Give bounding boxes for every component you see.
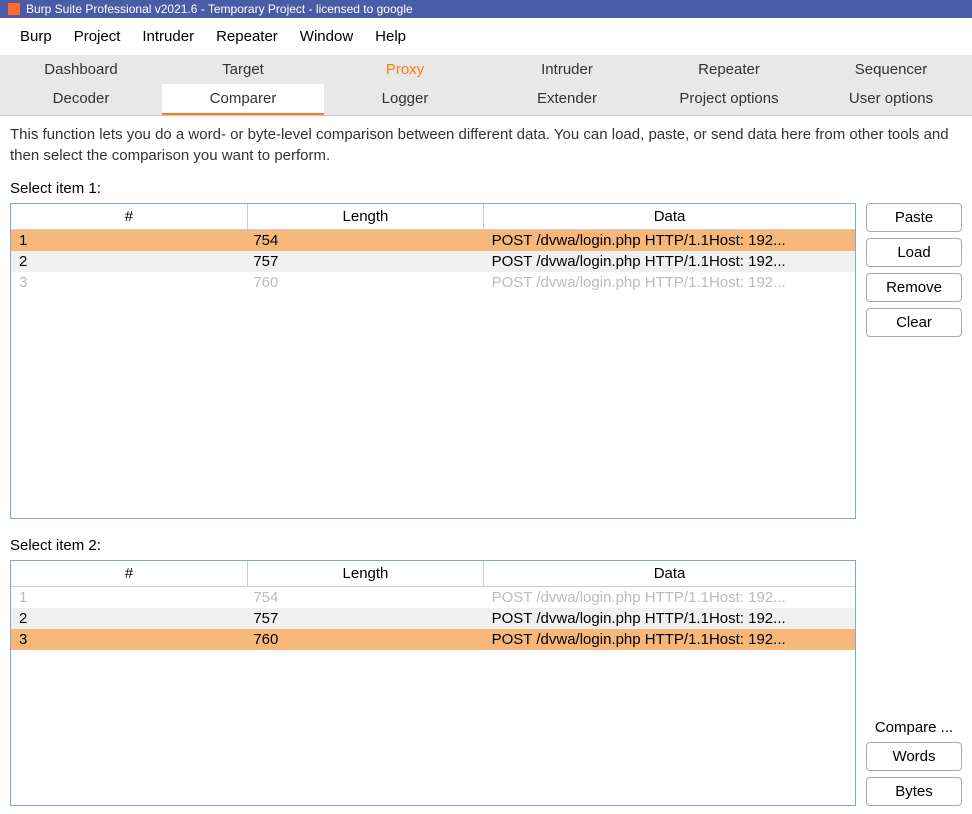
item1-table[interactable]: # Length Data 1 754 POST /dvwa/login.php… [10, 203, 856, 519]
cell-number: 1 [11, 587, 247, 609]
cell-data: POST /dvwa/login.php HTTP/1.1Host: 192..… [484, 608, 855, 629]
menu-project[interactable]: Project [64, 24, 131, 49]
menu-intruder[interactable]: Intruder [132, 24, 204, 49]
remove-button[interactable]: Remove [866, 273, 962, 302]
tab-decoder[interactable]: Decoder [0, 84, 162, 115]
clear-button[interactable]: Clear [866, 308, 962, 337]
bytes-button[interactable]: Bytes [866, 777, 962, 806]
cell-length: 757 [247, 608, 483, 629]
tab-extender[interactable]: Extender [486, 84, 648, 115]
load-button[interactable]: Load [866, 238, 962, 267]
col-length[interactable]: Length [247, 561, 483, 587]
words-button[interactable]: Words [866, 742, 962, 771]
item1-label: Select item 1: [10, 180, 962, 197]
tab-user-options[interactable]: User options [810, 84, 972, 115]
compare-label: Compare ... [866, 715, 962, 736]
comparer-content: This function lets you do a word- or byt… [0, 116, 972, 814]
table-row[interactable]: 2 757 POST /dvwa/login.php HTTP/1.1Host:… [11, 608, 855, 629]
table-row[interactable]: 3 760 POST /dvwa/login.php HTTP/1.1Host:… [11, 272, 855, 293]
cell-data: POST /dvwa/login.php HTTP/1.1Host: 192..… [484, 629, 855, 650]
tabs-sub: Decoder Comparer Logger Extender Project… [0, 84, 972, 116]
tab-dashboard[interactable]: Dashboard [0, 55, 162, 84]
compare-buttons: Compare ... Words Bytes [866, 560, 962, 806]
window-title: Burp Suite Professional v2021.6 - Tempor… [26, 2, 413, 16]
tab-target[interactable]: Target [162, 55, 324, 84]
cell-data: POST /dvwa/login.php HTTP/1.1Host: 192..… [484, 230, 855, 252]
section-item2: Select item 2: # Length Data 1 [10, 537, 962, 806]
menu-burp[interactable]: Burp [10, 24, 62, 49]
table-row[interactable]: 3 760 POST /dvwa/login.php HTTP/1.1Host:… [11, 629, 855, 650]
cell-number: 3 [11, 272, 247, 293]
item1-buttons: Paste Load Remove Clear [866, 203, 962, 519]
table-empty-area [11, 650, 855, 805]
cell-number: 1 [11, 230, 247, 252]
cell-length: 754 [247, 230, 483, 252]
cell-number: 3 [11, 629, 247, 650]
tab-comparer[interactable]: Comparer [162, 84, 324, 115]
paste-button[interactable]: Paste [866, 203, 962, 232]
tab-repeater[interactable]: Repeater [648, 55, 810, 84]
table-header-row: # Length Data [11, 561, 855, 587]
cell-length: 760 [247, 629, 483, 650]
tab-sequencer[interactable]: Sequencer [810, 55, 972, 84]
menu-help[interactable]: Help [365, 24, 416, 49]
col-length[interactable]: Length [247, 204, 483, 230]
cell-length: 754 [247, 587, 483, 609]
col-number[interactable]: # [11, 561, 247, 587]
cell-data: POST /dvwa/login.php HTTP/1.1Host: 192..… [484, 272, 855, 293]
cell-length: 760 [247, 272, 483, 293]
cell-data: POST /dvwa/login.php HTTP/1.1Host: 192..… [484, 587, 855, 609]
col-number[interactable]: # [11, 204, 247, 230]
item2-table[interactable]: # Length Data 1 754 POST /dvwa/login.php… [10, 560, 856, 806]
cell-number: 2 [11, 251, 247, 272]
cell-length: 757 [247, 251, 483, 272]
tab-proxy[interactable]: Proxy [324, 55, 486, 84]
window-titlebar: Burp Suite Professional v2021.6 - Tempor… [0, 0, 972, 18]
app-icon [8, 3, 20, 15]
description-text: This function lets you do a word- or byt… [10, 124, 962, 166]
table-row[interactable]: 2 757 POST /dvwa/login.php HTTP/1.1Host:… [11, 251, 855, 272]
table-row[interactable]: 1 754 POST /dvwa/login.php HTTP/1.1Host:… [11, 230, 855, 252]
tabs-main: Dashboard Target Proxy Intruder Repeater… [0, 55, 972, 84]
menubar: Burp Project Intruder Repeater Window He… [0, 18, 972, 55]
cell-data: POST /dvwa/login.php HTTP/1.1Host: 192..… [484, 251, 855, 272]
item2-label: Select item 2: [10, 537, 962, 554]
section-item1: Select item 1: # Length Data 1 [10, 180, 962, 519]
menu-repeater[interactable]: Repeater [206, 24, 288, 49]
tab-project-options[interactable]: Project options [648, 84, 810, 115]
menu-window[interactable]: Window [290, 24, 363, 49]
tab-intruder[interactable]: Intruder [486, 55, 648, 84]
col-data[interactable]: Data [484, 561, 855, 587]
table-row[interactable]: 1 754 POST /dvwa/login.php HTTP/1.1Host:… [11, 587, 855, 609]
cell-number: 2 [11, 608, 247, 629]
table-empty-area [11, 293, 855, 518]
table-header-row: # Length Data [11, 204, 855, 230]
col-data[interactable]: Data [484, 204, 855, 230]
tab-logger[interactable]: Logger [324, 84, 486, 115]
